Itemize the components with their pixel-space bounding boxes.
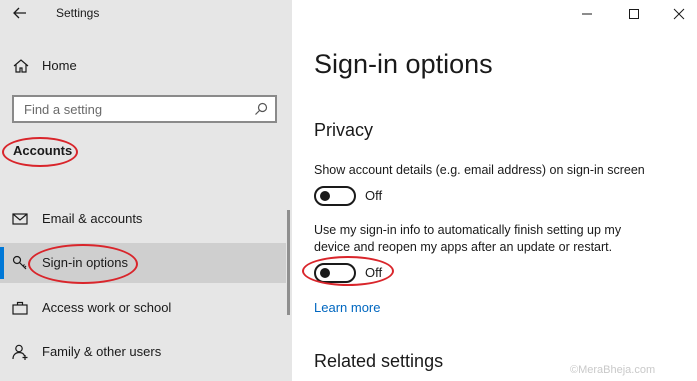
key-icon (12, 255, 27, 270)
sidebar-item-label: Email & accounts (42, 211, 143, 226)
sidebar: Settings Home Accounts Email & accounts … (0, 0, 292, 381)
main-content: Sign-in options Privacy Show account det… (292, 0, 697, 381)
setting-sign-in-info-label: Use my sign-in info to automatically fin… (314, 223, 622, 254)
briefcase-icon (12, 301, 28, 315)
setting-account-details-label: Show account details (e.g. email address… (314, 163, 645, 177)
page-title: Sign-in options (314, 49, 493, 79)
sidebar-item-family-users[interactable]: Family & other users (0, 332, 286, 372)
close-button[interactable] (667, 4, 691, 24)
sidebar-scrollbar[interactable] (287, 210, 290, 315)
account-details-toggle[interactable] (314, 186, 356, 206)
selection-accent (0, 247, 4, 279)
sidebar-item-label: Access work or school (42, 300, 172, 315)
minimize-icon (582, 13, 592, 15)
search-input[interactable] (14, 97, 244, 121)
back-arrow-icon (13, 7, 26, 19)
back-button[interactable] (8, 2, 32, 24)
search-icon[interactable] (253, 101, 269, 117)
learn-more-link[interactable]: Learn more (314, 300, 380, 315)
maximize-button[interactable] (622, 4, 646, 24)
toggle-state-label: Off (365, 188, 383, 203)
annotation-circle-toggle (302, 256, 394, 286)
annotation-circle-accounts (2, 137, 78, 167)
app-title: Settings (56, 6, 100, 20)
privacy-heading: Privacy (314, 120, 374, 140)
sidebar-item-label: Family & other users (42, 344, 162, 359)
watermark: ©MeraBheja.com (570, 364, 656, 376)
sidebar-item-email-accounts[interactable]: Email & accounts (0, 199, 286, 239)
annotation-circle-sign-in (28, 244, 138, 284)
toggle-knob (320, 191, 330, 201)
home-label: Home (42, 58, 77, 73)
minimize-button[interactable] (575, 4, 599, 24)
close-icon (673, 8, 685, 20)
sidebar-item-access-work[interactable]: Access work or school (0, 288, 286, 328)
related-settings-heading: Related settings (314, 351, 444, 371)
search-box[interactable] (12, 95, 277, 123)
home-nav-item[interactable]: Home (0, 50, 292, 82)
mail-icon (12, 213, 28, 225)
home-icon (13, 59, 29, 73)
person-icon (12, 344, 28, 360)
maximize-icon (629, 9, 639, 19)
